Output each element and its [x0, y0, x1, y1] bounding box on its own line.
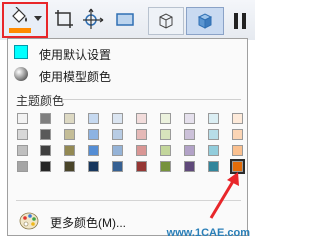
shaded-icon — [197, 13, 213, 29]
color-swatch[interactable] — [17, 161, 28, 172]
color-tool-button[interactable] — [2, 2, 48, 38]
color-swatch[interactable] — [208, 129, 219, 140]
color-swatch[interactable] — [160, 145, 171, 156]
theme-colors-heading: 主题颜色 — [16, 94, 65, 108]
color-swatch[interactable] — [40, 113, 51, 124]
menu-item-default-settings[interactable]: 使用默认设置 — [8, 42, 247, 64]
color-swatch[interactable] — [160, 129, 171, 140]
color-swatch[interactable] — [136, 161, 147, 172]
toolbar — [0, 0, 255, 40]
color-swatch[interactable] — [64, 145, 75, 156]
color-swatch[interactable] — [184, 145, 195, 156]
color-swatch[interactable] — [64, 129, 75, 140]
wireframe-view-button[interactable] — [148, 7, 184, 35]
color-swatch[interactable] — [184, 113, 195, 124]
shaded-view-button[interactable] — [186, 7, 224, 35]
color-swatch[interactable] — [88, 145, 99, 156]
chevron-down-icon[interactable] — [34, 16, 42, 21]
color-swatch[interactable] — [88, 129, 99, 140]
color-swatch[interactable] — [17, 145, 28, 156]
menu-item-label: 使用模型颜色 — [39, 70, 112, 84]
menu-item-model-color[interactable]: 使用模型颜色 — [8, 64, 247, 86]
color-swatch[interactable] — [160, 113, 171, 124]
palette-icon — [19, 212, 39, 230]
divider — [63, 99, 241, 100]
color-swatch[interactable] — [64, 161, 75, 172]
cyan-swatch-icon — [14, 45, 28, 59]
color-swatch[interactable] — [112, 113, 123, 124]
wireframe-icon — [159, 13, 173, 29]
color-swatch[interactable] — [64, 113, 75, 124]
color-swatch[interactable] — [112, 129, 123, 140]
color-swatch[interactable] — [232, 129, 243, 140]
color-swatch[interactable] — [136, 129, 147, 140]
color-swatch[interactable] — [88, 113, 99, 124]
color-swatch[interactable] — [208, 145, 219, 156]
color-swatch[interactable] — [184, 161, 195, 172]
theme-color-grid — [14, 109, 245, 174]
menu-item-label: 使用默认设置 — [39, 48, 112, 62]
color-swatch[interactable] — [136, 113, 147, 124]
transform-icon[interactable] — [82, 8, 104, 30]
crop-icon[interactable] — [53, 8, 75, 30]
rectangle-icon[interactable] — [114, 8, 136, 30]
color-swatch[interactable] — [40, 145, 51, 156]
paint-bucket-icon — [12, 7, 27, 23]
color-swatch[interactable] — [17, 129, 28, 140]
color-swatch[interactable] — [232, 113, 243, 124]
color-swatch[interactable] — [40, 161, 51, 172]
pause-icon[interactable] — [234, 13, 248, 29]
more-colors-label: 更多颜色(M)... — [50, 216, 126, 230]
color-swatch[interactable] — [160, 161, 171, 172]
color-swatch[interactable] — [232, 145, 243, 156]
sphere-icon — [14, 67, 28, 81]
color-swatch[interactable] — [112, 161, 123, 172]
color-swatch[interactable] — [184, 129, 195, 140]
color-swatch[interactable] — [40, 129, 51, 140]
current-color-strip — [9, 28, 31, 33]
watermark: www.1CAE.com — [166, 227, 250, 239]
color-swatch[interactable] — [136, 145, 147, 156]
color-swatch[interactable] — [17, 113, 28, 124]
annotation-arrow — [209, 172, 239, 219]
color-swatch[interactable] — [112, 145, 123, 156]
color-swatch[interactable] — [208, 113, 219, 124]
color-swatch[interactable] — [88, 161, 99, 172]
